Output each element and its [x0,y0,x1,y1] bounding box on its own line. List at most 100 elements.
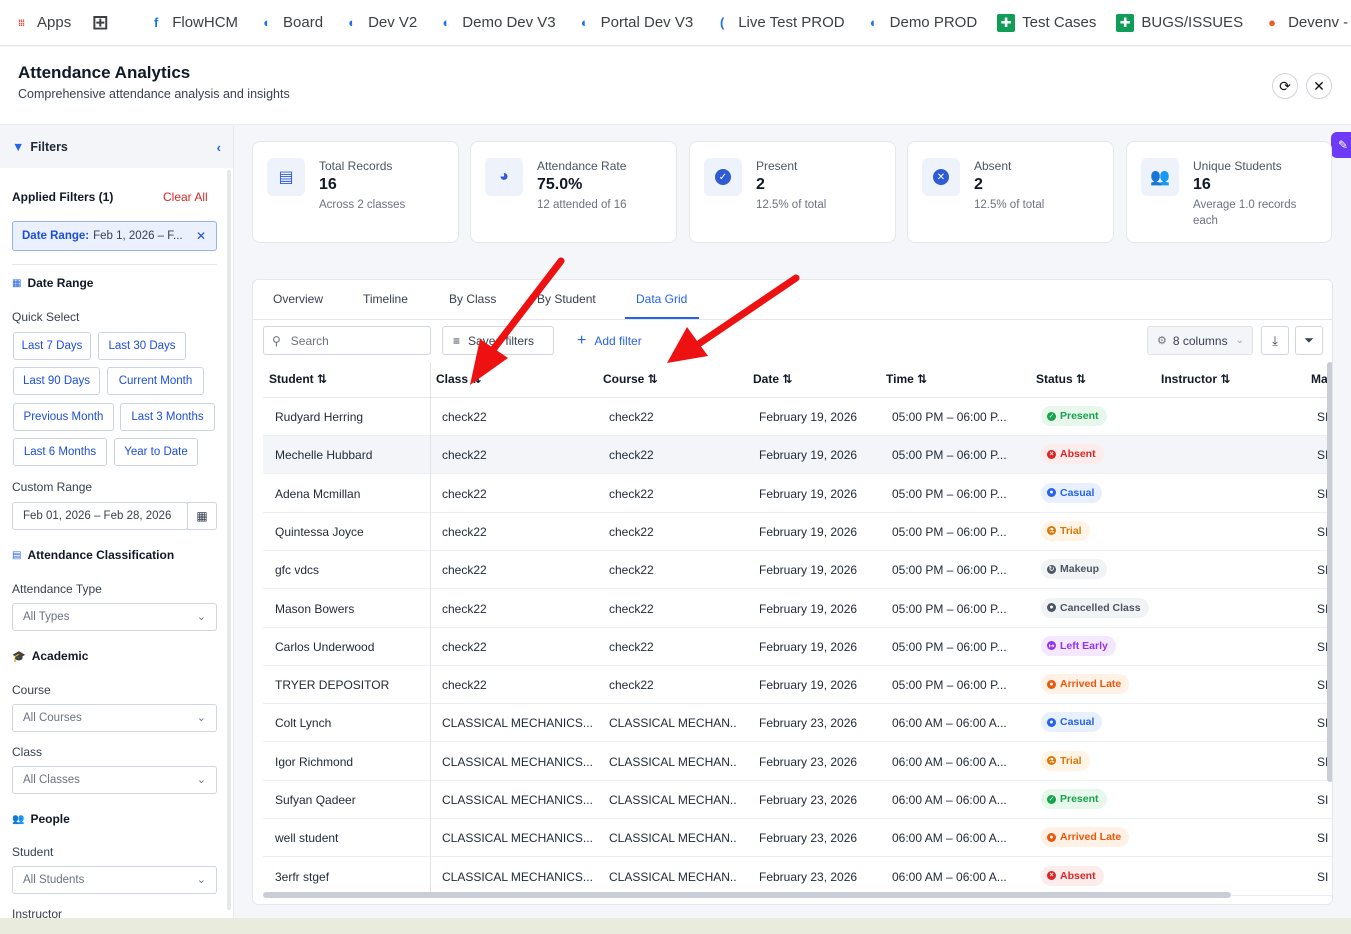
bookmark-9[interactable]: ✚ Test Cases [997,13,1096,32]
cell-student: gfc vdcs [275,563,320,578]
add-filter-button[interactable]: + Add filter [577,332,642,350]
cell-class: CLASSICAL MECHANICS... [442,716,592,731]
sort-icon[interactable]: ⇅ [779,372,792,386]
table-row[interactable]: Igor Richmond CLASSICAL MECHANICS... CLASS… [263,743,1332,781]
bookmark-label: FlowHCM [172,14,239,31]
add-filter-label: Add filter [594,334,642,348]
column-header-instructor[interactable]: Instructor ⇅ [1161,372,1230,386]
quick-year-to-date[interactable]: Year to Date [114,438,198,466]
column-header-student[interactable]: Student ⇅ [269,372,327,386]
student-select[interactable]: All Students ⌄ [12,866,217,894]
quick-last-90-days[interactable]: Last 90 Days [13,367,100,395]
sort-icon[interactable]: ⇅ [1217,372,1230,386]
status-label: Absent [1060,869,1096,882]
status-badge: × Absent [1041,444,1104,465]
column-header-class[interactable]: Class ⇅ [436,372,481,386]
applied-filter-chip[interactable]: Date Range: Feb 1, 2026 – F... ✕ [12,221,217,251]
stat-value: 2 [974,176,983,193]
table-row[interactable]: Adena Mcmillan check22 check22 February 19,… [263,475,1332,513]
quick-last-3-months[interactable]: Last 3 Months [120,403,215,431]
table-row[interactable]: 3erfr stgef CLASSICAL MECHANICS... CLASSIC… [263,858,1332,896]
collapse-chevron-icon[interactable]: ‹ [217,140,221,155]
tab-by-student[interactable]: By Student [537,292,596,306]
table-row[interactable]: gfc vdcs check22 check22 February 19, 2026 0… [263,551,1332,590]
column-header-time[interactable]: Time ⇅ [886,372,927,386]
people-title: People [30,812,70,826]
search-input[interactable]: Search [291,334,329,348]
bookmark-8[interactable]: ◐ Demo PROD [865,14,977,32]
tab-timeline[interactable]: Timeline [363,292,408,306]
table-row[interactable]: Sufyan Qadeer CLASSICAL MECHANICS... CLASS… [263,781,1332,819]
sort-icon[interactable]: ⇅ [314,372,327,386]
bookmark-5[interactable]: ◐ Demo Dev V3 [437,14,555,32]
custom-range-input[interactable]: Feb 01, 2026 – Feb 28, 2026 [12,502,188,530]
bookmark-0[interactable]: ⁞⁞⁞ Apps [12,14,71,32]
tab-data-grid[interactable]: Data Grid [636,292,687,306]
course-select[interactable]: All Courses ⌄ [12,704,217,732]
cell-class: CLASSICAL MECHANICS... [442,793,592,807]
column-header-date[interactable]: Date ⇅ [753,372,792,386]
remove-chip-icon[interactable]: ✕ [196,229,206,243]
calendar-button[interactable]: ▦ [187,502,217,530]
bookmark-label: Board [283,14,324,31]
bookmark-4[interactable]: ◐ Dev V2 [343,14,417,32]
quick-last-6-months[interactable]: Last 6 Months [13,438,107,466]
sort-icon[interactable]: ⇅ [1073,372,1086,386]
quick-previous-month[interactable]: Previous Month [13,403,114,431]
users-icon: 👥 [1141,158,1179,196]
horizontal-scrollbar[interactable] [263,892,1231,898]
column-header-course[interactable]: Course ⇅ [603,372,658,386]
quick-last-7-days[interactable]: Last 7 Days [13,332,91,360]
saved-filters-button[interactable]: ≡ Saved filters [442,326,554,355]
bookmark-3[interactable]: ◐ Board [258,14,323,32]
sort-icon[interactable]: ⇅ [914,372,927,386]
table-row[interactable]: Mason Bowers check22 check22 February 19, 2… [263,590,1332,628]
classification-title: Attendance Classification [27,548,175,562]
bookmark-6[interactable]: ◐ Portal Dev V3 [576,14,693,32]
bookmark-label: Dev V2 [368,14,418,31]
pie-chart-icon: ◕ [485,158,523,196]
class-select[interactable]: All Classes ⌄ [12,766,217,794]
table-row[interactable]: well student CLASSICAL MECHANICS... CLASSI… [263,819,1332,858]
tab-overview[interactable]: Overview [273,292,323,306]
table-row[interactable]: Rudyard Herring check22 check22 February 19… [263,398,1332,436]
status-icon: ⚗ [1047,526,1056,536]
quick-current-month[interactable]: Current Month [107,367,204,395]
table-row[interactable]: TRYER DEPOSITOR check22 check22 February 19… [263,666,1332,705]
vertical-scrollbar[interactable] [1327,362,1332,782]
globe-icon: ◐ [580,15,589,30]
cell-time: 05:00 PM – 06:00 P... [892,524,1007,539]
bookmark-10[interactable]: ✚ BUGS/ISSUES [1116,13,1243,32]
cell-student: Mason Bowers [275,601,355,616]
status-label: Casual [1060,716,1095,729]
filter-icon: ▼ [12,140,25,154]
attendance-type-select[interactable]: All Types ⌄ [12,603,217,631]
tab-by-class[interactable]: By Class [449,292,496,306]
column-header-status[interactable]: Status ⇅ [1036,372,1086,386]
edit-fab-button[interactable]: ✎ [1331,132,1351,158]
table-row[interactable]: Quintessa Joyce check22 check22 February 19… [263,513,1332,551]
sidebar-scrollbar[interactable] [227,170,231,910]
bookmark-1[interactable]: ⊞ [91,12,109,34]
table-row[interactable]: Carlos Underwood check22 check22 February 1… [263,628,1332,666]
table-row[interactable]: Mechelle Hubbard check22 check22 February 1… [263,436,1332,475]
clear-all-link[interactable]: Clear All [163,190,208,204]
bookmark-2[interactable]: f FlowHCM [147,14,238,32]
refresh-button[interactable]: ⟳ [1272,73,1298,99]
quick-last-30-days[interactable]: Last 30 Days [98,332,186,360]
bookmark-label: Devenv - C [1288,14,1351,31]
column-header-ma[interactable]: Ma [1311,372,1328,386]
filter-button[interactable]: ⏷ [1295,326,1323,355]
sort-icon[interactable]: ⇅ [644,372,658,386]
table-row[interactable]: Colt Lynch CLASSICAL MECHANICS... CLASSICA… [263,704,1332,743]
close-button[interactable]: ✕ [1306,73,1332,99]
bookmark-11[interactable]: ● Devenv - C [1263,14,1351,32]
download-button[interactable]: ⤓ [1261,326,1289,355]
columns-button[interactable]: ⚙ 8 columns ⌄ [1147,326,1253,355]
cell-date: February 19, 2026 [759,678,858,693]
bookmark-7[interactable]: (Live Test PROD [713,14,845,32]
search-box[interactable]: ⚲ Search [263,326,431,355]
cell-course: CLASSICAL MECHAN... [609,831,737,846]
sort-icon[interactable]: ⇅ [468,372,481,386]
stat-card-1: ◕ Attendance Rate 75.0% 12 attended of 16 [470,141,677,243]
